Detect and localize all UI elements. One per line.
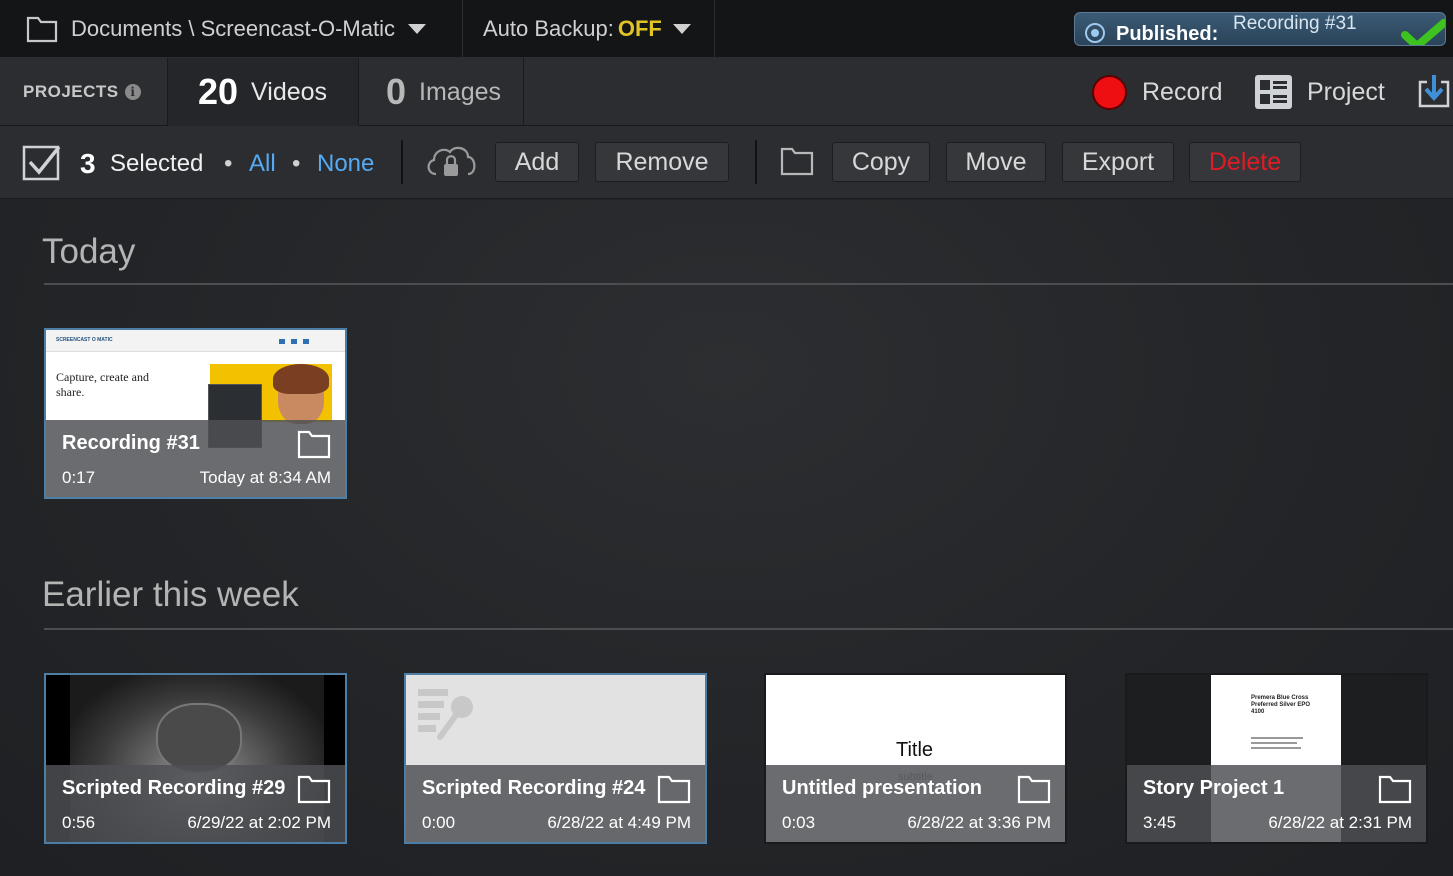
record-label: Record — [1142, 77, 1223, 106]
card-info: Story Project 1 3:45 6/28/22 at 2:31 PM — [1127, 765, 1426, 842]
projects-heading: PROJECTS i — [0, 58, 168, 126]
section-title-today: Today — [42, 232, 136, 271]
move-button[interactable]: Move — [946, 142, 1046, 182]
project-label: Project — [1307, 77, 1385, 106]
checkmark-icon — [1401, 19, 1445, 45]
project-title: Untitled presentation — [782, 777, 983, 799]
separator-dot: • — [224, 150, 233, 177]
folder-icon — [26, 16, 58, 43]
text-line — [1251, 747, 1301, 749]
selected-count: 3 — [80, 148, 96, 179]
videos-label: Videos — [251, 77, 328, 106]
info-icon[interactable]: i — [124, 84, 141, 100]
person-hair — [273, 364, 329, 394]
nav-mark — [279, 339, 285, 344]
site-headline: Capture, create and share. — [56, 370, 149, 399]
add-button[interactable]: Add — [495, 142, 579, 182]
chevron-down-icon — [407, 24, 426, 34]
section-divider — [44, 283, 1453, 285]
project-card[interactable]: SCREENCAST O MATIC Capture, create and s… — [44, 328, 347, 499]
selection-toolbar: 3 Selected • All • None Add Remove Copy … — [0, 126, 1453, 199]
project-date: 6/28/22 at 2:31 PM — [1268, 813, 1412, 832]
folder-icon[interactable] — [1017, 774, 1051, 804]
images-label: Images — [419, 77, 502, 106]
project-date: Today at 8:34 AM — [199, 468, 331, 487]
project-title: Story Project 1 — [1143, 777, 1285, 799]
published-notification[interactable]: Published: Recording #31 — [1074, 12, 1446, 46]
published-recording-name: Recording #31 — [1233, 13, 1357, 34]
text-line — [1251, 742, 1297, 744]
project-title: Scripted Recording #24 — [422, 777, 646, 799]
auto-backup-dropdown[interactable]: Auto Backup: OFF — [463, 0, 715, 58]
toolbar-divider — [755, 140, 757, 184]
cloud-lock-icon — [427, 146, 476, 176]
record-dot-icon — [1092, 74, 1127, 110]
project-duration: 0:00 — [422, 813, 456, 832]
projects-label: PROJECTS — [23, 82, 119, 101]
separator-dot: • — [292, 150, 301, 177]
site-header: SCREENCAST O MATIC — [46, 330, 345, 352]
copy-button[interactable]: Copy — [832, 142, 930, 182]
project-card[interactable]: Scripted Recording #24 0:00 6/28/22 at 4… — [404, 673, 707, 844]
folder-icon[interactable] — [297, 774, 331, 804]
delete-button[interactable]: Delete — [1189, 142, 1301, 182]
images-count: 0 — [386, 71, 407, 112]
selected-label: Selected — [110, 150, 204, 177]
project-duration: 0:56 — [62, 813, 96, 832]
select-none-link[interactable]: None — [317, 150, 374, 178]
select-all-link[interactable]: All — [249, 150, 276, 178]
auto-backup-status: OFF — [617, 16, 662, 41]
card-info: Scripted Recording #24 0:00 6/28/22 at 4… — [406, 765, 705, 842]
tab-videos[interactable]: 20 Videos — [168, 58, 359, 126]
section-title-earlier: Earlier this week — [42, 575, 299, 614]
project-date: 6/28/22 at 3:36 PM — [907, 813, 1051, 832]
card-info: Scripted Recording #29 0:56 6/29/22 at 2… — [46, 765, 345, 842]
import-icon[interactable] — [1417, 73, 1451, 109]
site-logo: SCREENCAST O MATIC — [56, 337, 113, 343]
text-line — [1251, 737, 1303, 739]
project-list: Today SCREENCAST O MATIC Capture, create… — [0, 200, 1453, 876]
videos-count: 20 — [198, 71, 239, 112]
tab-images[interactable]: 0 Images — [359, 58, 524, 126]
folder-path-dropdown[interactable]: Documents \ Screencast-O-Matic — [0, 0, 463, 58]
nav-mark — [303, 339, 309, 344]
chevron-down-icon — [672, 24, 691, 34]
nav-mark — [291, 339, 297, 344]
project-button[interactable]: Project — [1254, 58, 1385, 126]
project-card[interactable]: Premera Blue Cross Preferred Silver EPO … — [1125, 673, 1428, 844]
project-card[interactable]: Scripted Recording #29 0:56 6/29/22 at 2… — [44, 673, 347, 844]
card-info: Recording #31 0:17 Today at 8:34 AM — [46, 420, 345, 497]
radio-dot-icon — [1085, 23, 1105, 43]
project-duration: 3:45 — [1143, 813, 1177, 832]
select-checkbox-icon[interactable] — [22, 143, 62, 181]
folder-path-label: Documents \ Screencast-O-Matic — [71, 16, 395, 41]
project-duration: 0:03 — [782, 813, 816, 832]
project-card[interactable]: Title subtitle Untitled presentation 0:0… — [764, 673, 1067, 844]
slide-title: Title — [896, 739, 934, 761]
toolbar-divider — [401, 140, 403, 184]
auto-backup-label: Auto Backup: — [483, 16, 614, 41]
folder-icon[interactable] — [1378, 774, 1412, 804]
top-bar: Documents \ Screencast-O-Matic Auto Back… — [0, 0, 1453, 58]
export-button[interactable]: Export — [1062, 142, 1174, 182]
folder-icon[interactable] — [297, 429, 331, 459]
project-date: 6/28/22 at 4:49 PM — [547, 813, 691, 832]
project-list-icon — [1255, 75, 1292, 109]
project-title: Recording #31 — [62, 432, 200, 454]
section-divider — [44, 628, 1453, 630]
record-button[interactable]: Record — [1092, 58, 1223, 126]
project-duration: 0:17 — [62, 468, 96, 487]
folder-icon[interactable] — [657, 774, 691, 804]
project-title: Scripted Recording #29 — [62, 777, 286, 799]
folder-icon — [780, 147, 814, 176]
photo-face — [156, 703, 242, 773]
card-info: Untitled presentation 0:03 6/28/22 at 3:… — [766, 765, 1065, 842]
script-microphone-icon — [418, 689, 473, 740]
published-label: Published: — [1116, 23, 1219, 45]
projects-bar: PROJECTS i 20 Videos 0 Images Record Pro… — [0, 58, 1453, 126]
project-date: 6/29/22 at 2:02 PM — [187, 813, 331, 832]
document-heading: Premera Blue Cross Preferred Silver EPO … — [1251, 695, 1311, 715]
remove-button[interactable]: Remove — [595, 142, 729, 182]
